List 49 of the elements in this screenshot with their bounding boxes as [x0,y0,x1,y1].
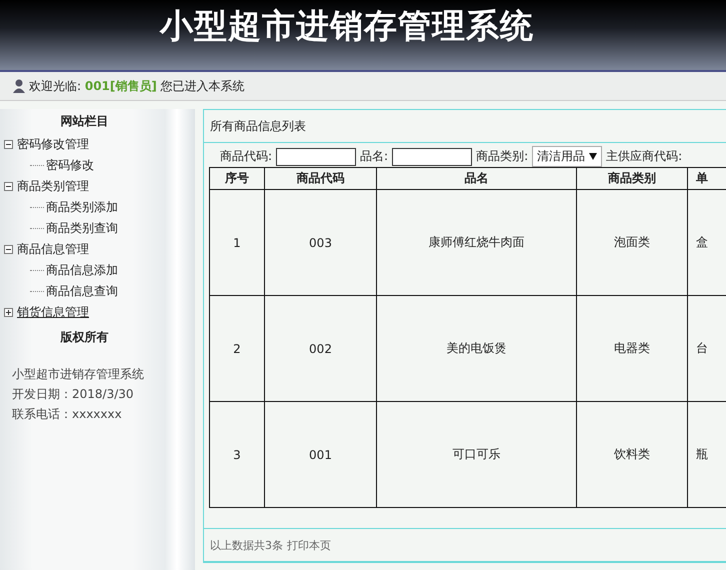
tree-node[interactable]: 商品类别管理 [17,178,89,195]
column-header: 品名 [376,168,576,190]
sidebar-title: 网站栏目 [60,113,110,130]
tree-item[interactable]: 商品信息查询 [46,283,118,300]
table-cell: 2 [210,296,264,402]
panel-title: 所有商品信息列表 [210,118,306,134]
collapse-icon[interactable] [4,140,13,149]
copyright-title: 版权所有 [59,329,110,346]
table-cell: 饮料类 [576,402,688,508]
record-count: 以上数据共3条 [210,538,283,552]
input-field[interactable] [392,148,472,166]
table-cell: 1 [210,190,264,296]
info-text: 小型超市进销存管理系统 [11,366,145,383]
tree-node[interactable]: 销货信息管理 [17,304,89,321]
column-header: 序号 [210,168,264,190]
column-header: 单 [688,168,726,190]
tree-item[interactable]: 商品类别查询 [46,220,118,237]
tree-item[interactable]: 商品类别添加 [46,199,118,216]
filter-label: 品名: [360,148,388,165]
table-cell: 可口可乐 [376,402,576,508]
table-cell: 003 [264,190,376,296]
input-field[interactable] [276,148,356,166]
caret-icon [589,153,598,160]
collapse-icon[interactable] [4,245,13,254]
table-cell: 康师傅红烧牛肉面 [376,190,576,296]
table-cell: 美的电饭煲 [376,296,576,402]
table-cell: 电器类 [576,296,688,402]
table-cell: 3 [210,402,264,508]
expand-icon[interactable] [4,308,13,317]
info-text: 开发日期：2018/3/30 [11,386,135,403]
app-title: 小型超市进销存管理系统 [160,7,534,47]
column-header: 商品类别 [576,168,688,190]
column-header: 商品代码 [264,168,376,190]
category-dropdown[interactable]: 清洁用品 [532,146,602,167]
print-link[interactable]: 打印本页 [287,538,331,552]
tree-node[interactable]: 密码修改管理 [17,136,89,153]
info-text: 联系电话：xxxxxxx [11,406,123,423]
table-cell: 001 [264,402,376,508]
tree-item[interactable]: 商品信息添加 [46,262,118,279]
filter-label: 商品代码: [220,148,272,165]
table-cell: 002 [264,296,376,402]
welcome-text: 欢迎光临: 001[销售员] 您已进入本系统 [29,78,245,94]
tree-node[interactable]: 商品信息管理 [17,241,89,258]
table-cell: 泡面类 [576,190,688,296]
user-icon [12,79,27,93]
collapse-icon[interactable] [4,182,13,191]
filter-label: 主供应商代码: [606,148,682,165]
tree-item[interactable]: 密码修改 [46,157,94,174]
filter-label: 商品类别: [476,148,528,165]
